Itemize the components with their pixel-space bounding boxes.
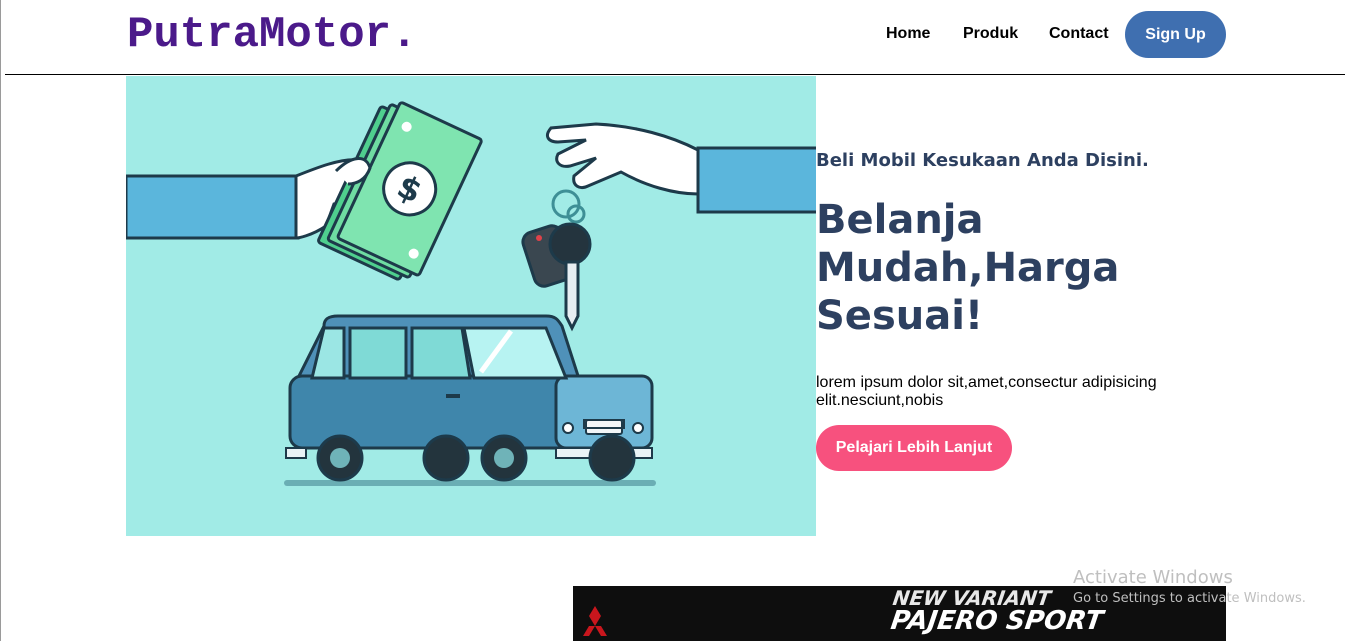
banner-line-2: PAJERO SPORT — [888, 606, 1105, 636]
learn-more-button[interactable]: Pelajari Lebih Lanjut — [816, 425, 1012, 471]
hero-tagline: Beli Mobil Kesukaan Anda Disini. — [816, 150, 1149, 171]
signup-button[interactable]: Sign Up — [1125, 11, 1226, 58]
nav-link-contact[interactable]: Contact — [1049, 25, 1109, 43]
navbar: PutraMotor. Home Produk Contact Sign Up — [0, 0, 1345, 75]
nav-link-home[interactable]: Home — [886, 25, 930, 43]
watermark-subtitle: Go to Settings to activate Windows. — [1073, 591, 1306, 606]
hero-headline: Belanja Mudah,Harga Sesuai! — [816, 197, 1120, 339]
watermark-title: Activate Windows — [1073, 567, 1233, 588]
header-divider — [5, 74, 1345, 75]
site-logo[interactable]: PutraMotor. — [127, 10, 417, 60]
hero-illustration: $ — [126, 76, 816, 536]
mitsubishi-logo-icon — [583, 606, 607, 636]
nav-link-produk[interactable]: Produk — [963, 25, 1018, 43]
window-edge — [0, 0, 1, 641]
activate-windows-watermark: Activate Windows Go to Settings to activ… — [1073, 567, 1306, 609]
hero-description: lorem ipsum dolor sit,amet,consectur adi… — [816, 374, 1157, 409]
